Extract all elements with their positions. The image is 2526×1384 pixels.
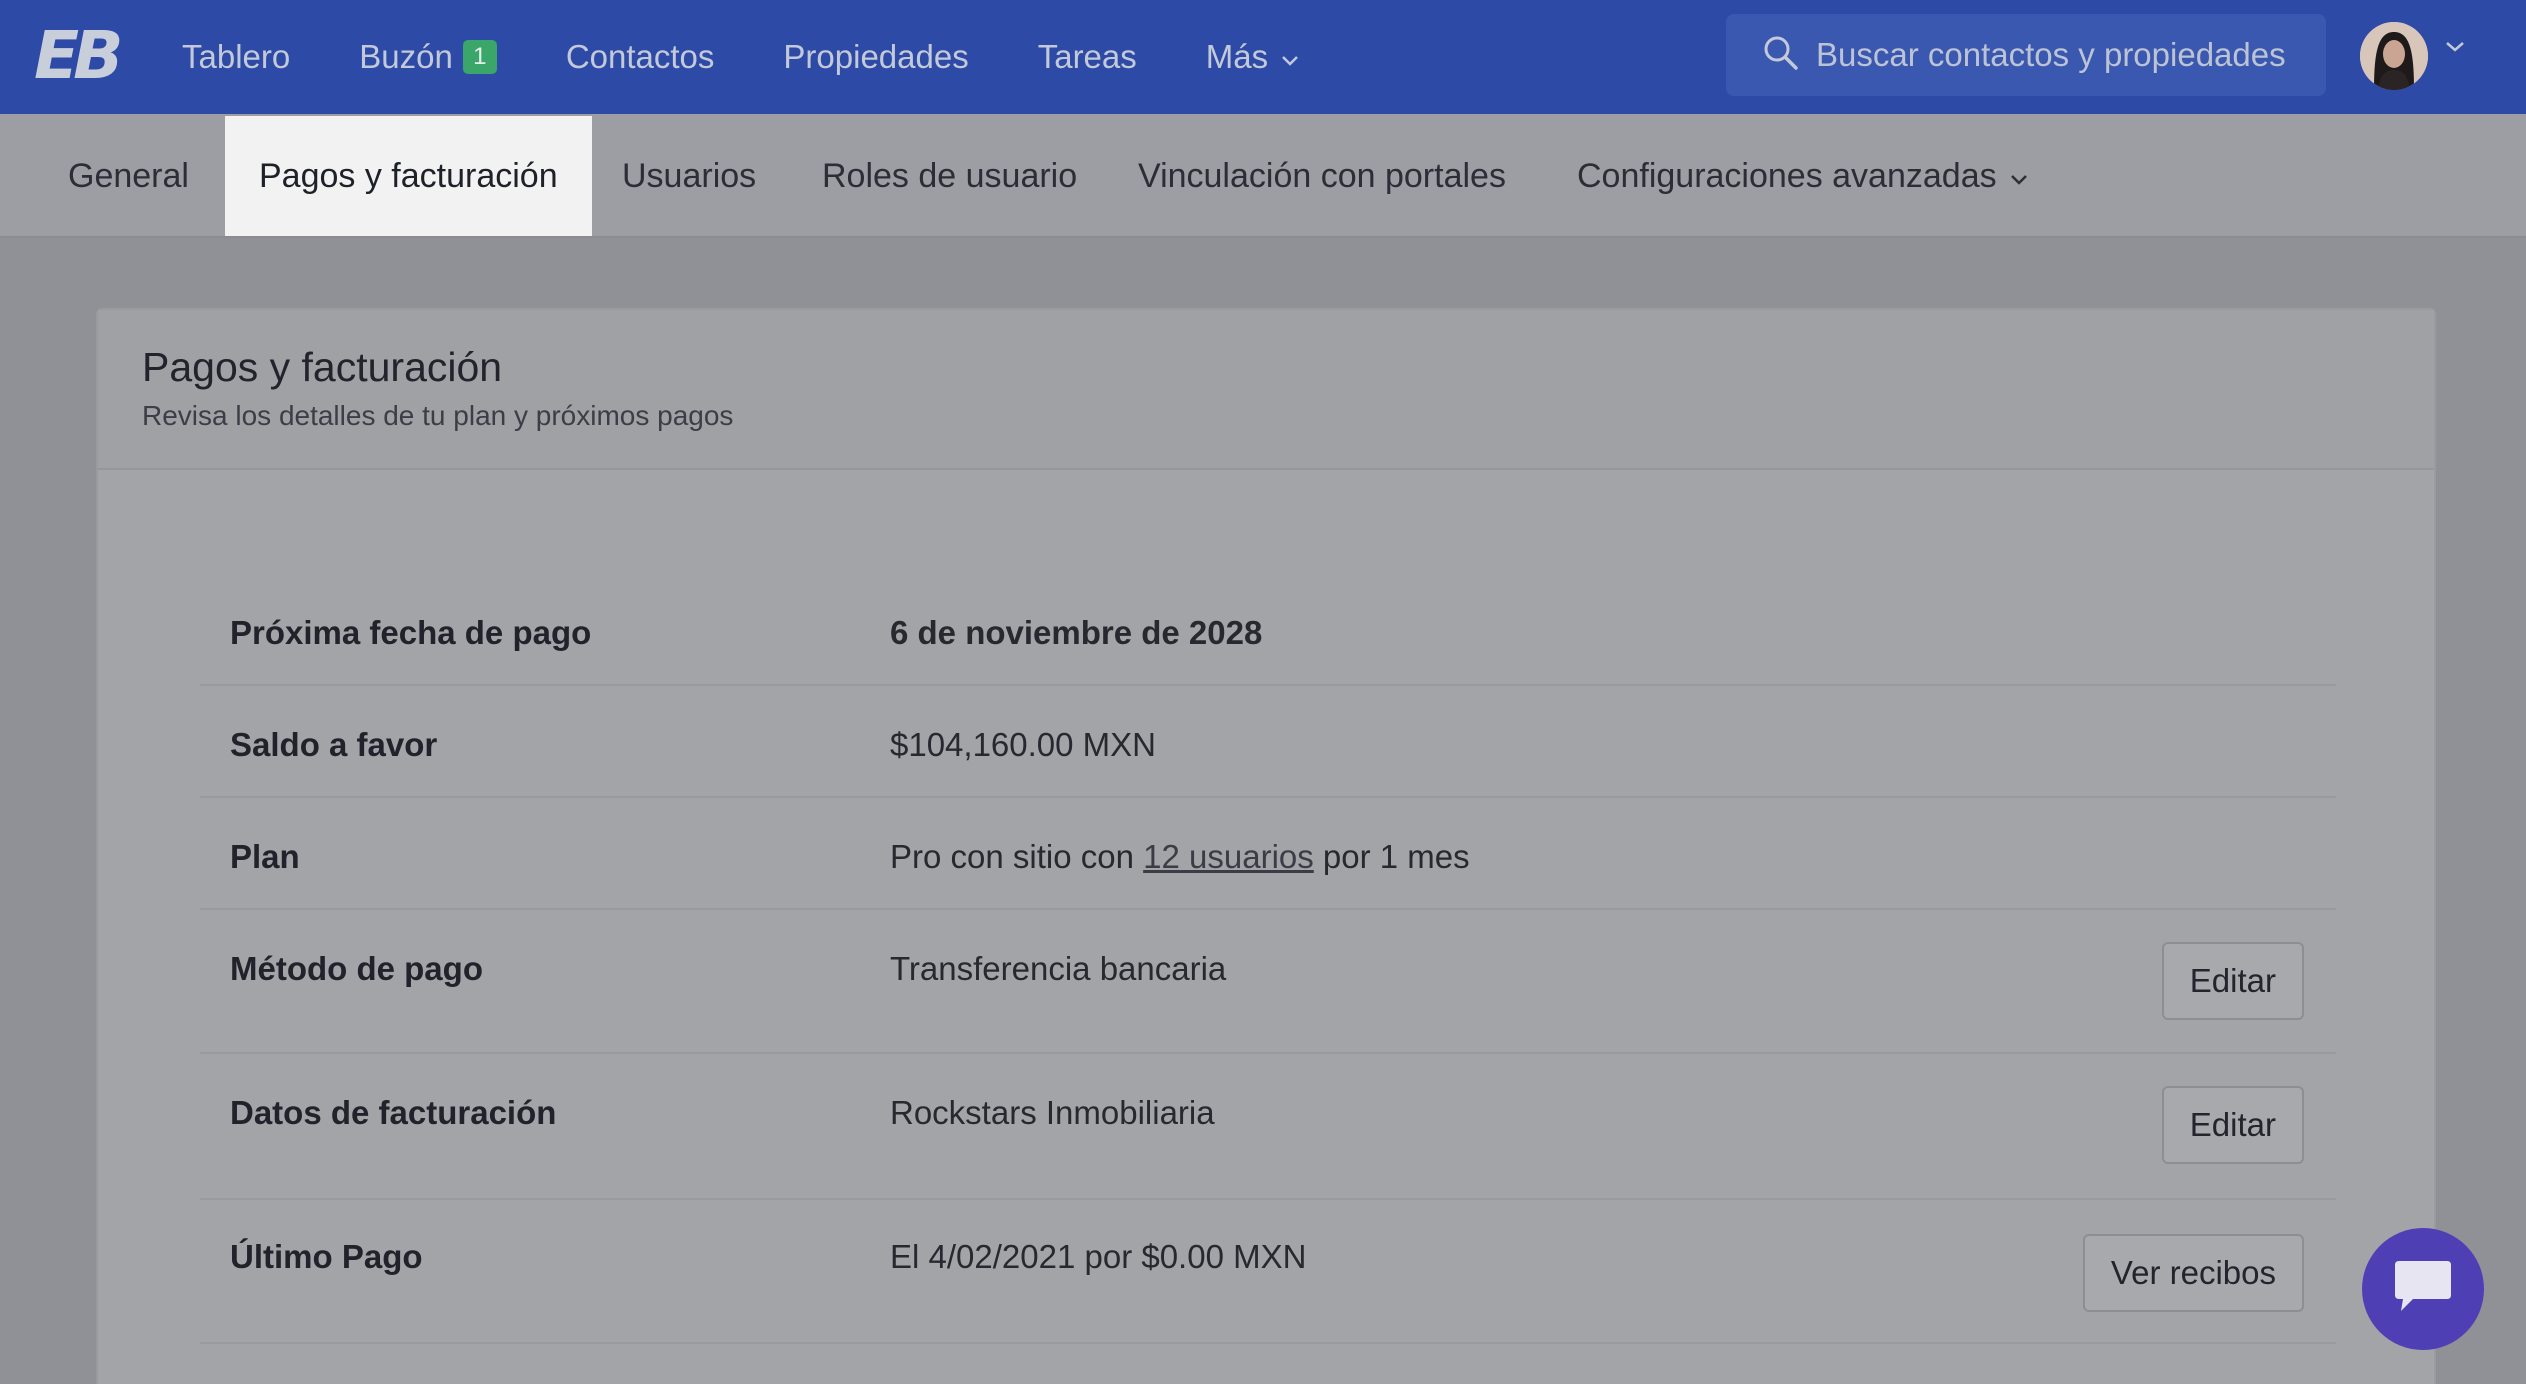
row-label: Próxima fecha de pago bbox=[230, 614, 592, 651]
top-navbar: EB Tablero Buzón 1 Contactos Propiedades… bbox=[0, 0, 2526, 114]
nav-item-mas[interactable]: Más bbox=[1206, 38, 1300, 76]
billing-details: Próxima fecha de pago 6 de noviembre de … bbox=[200, 574, 2336, 1344]
tab-pagos-facturacion[interactable]: Pagos y facturación bbox=[225, 116, 592, 236]
app-logo[interactable]: EB bbox=[34, 22, 123, 90]
search-input[interactable] bbox=[1816, 36, 2326, 74]
edit-payment-method-button[interactable]: Editar bbox=[2161, 942, 2304, 1020]
row-last-payment: Último Pago El 4/02/2021 por $0.00 MXN V… bbox=[200, 1200, 2336, 1344]
billing-card: Pagos y facturación Revisa los detalles … bbox=[96, 308, 2436, 1384]
last-payment-value: El 4/02/2021 por $0.00 MXN bbox=[890, 1238, 1307, 1275]
row-billing-data: Datos de facturación Rockstars Inmobilia… bbox=[200, 1054, 2336, 1200]
nav-item-label: Más bbox=[1205, 38, 1269, 75]
nav-item-propiedades[interactable]: Propiedades bbox=[783, 38, 968, 76]
nav-item-buzon[interactable]: Buzón 1 bbox=[359, 38, 497, 76]
next-payment-date: 6 de noviembre de 2028 bbox=[890, 614, 1263, 651]
row-label: Método de pago bbox=[230, 950, 483, 987]
chevron-down-icon[interactable] bbox=[2444, 40, 2466, 59]
nav-item-tareas[interactable]: Tareas bbox=[1038, 38, 1137, 76]
page-title: Pagos y facturación bbox=[142, 344, 503, 390]
payment-method-value: Transferencia bancaria bbox=[890, 950, 1227, 987]
plan-value: Pro con sitio con 12 usuarios por 1 mes bbox=[890, 838, 1470, 876]
search-icon bbox=[1762, 34, 1800, 77]
row-balance: Saldo a favor $104,160.00 MXN bbox=[200, 686, 2336, 798]
plan-prefix: Pro con sitio con bbox=[890, 838, 1134, 875]
balance-value: $104,160.00 MXN bbox=[890, 726, 1157, 763]
row-payment-method: Método de pago Transferencia bancaria Ed… bbox=[200, 910, 2336, 1054]
plan-suffix: por 1 mes bbox=[1322, 838, 1470, 875]
user-avatar[interactable] bbox=[2360, 22, 2428, 90]
main-nav: Tablero Buzón 1 Contactos Propiedades Ta… bbox=[182, 0, 1369, 114]
card-header: Pagos y facturación Revisa los detalles … bbox=[98, 310, 2434, 470]
nav-item-label: Tareas bbox=[1037, 38, 1137, 75]
page: EB Tablero Buzón 1 Contactos Propiedades… bbox=[0, 0, 2526, 1384]
row-label: Último Pago bbox=[230, 1238, 423, 1275]
tab-general[interactable]: General bbox=[68, 116, 189, 236]
chevron-down-icon bbox=[2009, 157, 2029, 196]
nav-item-label: Buzón bbox=[359, 38, 453, 75]
chat-button[interactable] bbox=[2362, 1228, 2484, 1350]
row-plan: Plan Pro con sitio con 12 usuarios por 1… bbox=[200, 798, 2336, 910]
nav-item-label: Propiedades bbox=[783, 38, 969, 75]
row-label: Saldo a favor bbox=[230, 726, 438, 763]
settings-tabs: General Pagos y facturación Usuarios Rol… bbox=[0, 114, 2526, 238]
search-box[interactable] bbox=[1726, 14, 2326, 96]
view-receipts-button[interactable]: Ver recibos bbox=[2082, 1234, 2304, 1312]
edit-billing-data-button[interactable]: Editar bbox=[2161, 1086, 2304, 1164]
chat-bubble-icon bbox=[2391, 1259, 2455, 1320]
row-label: Plan bbox=[230, 838, 300, 875]
tab-usuarios[interactable]: Usuarios bbox=[622, 116, 756, 236]
tab-vinculacion-portales[interactable]: Vinculación con portales bbox=[1138, 116, 1506, 236]
page-subtitle: Revisa los detalles de tu plan y próximo… bbox=[142, 400, 734, 431]
nav-item-contactos[interactable]: Contactos bbox=[566, 38, 715, 76]
row-label: Datos de facturación bbox=[230, 1094, 557, 1131]
billing-data-value: Rockstars Inmobiliaria bbox=[890, 1094, 1215, 1131]
row-next-payment: Próxima fecha de pago 6 de noviembre de … bbox=[200, 574, 2336, 686]
chevron-down-icon bbox=[1280, 38, 1300, 76]
tab-label: Configuraciones avanzadas bbox=[1577, 156, 1997, 195]
inbox-count-badge: 1 bbox=[462, 40, 497, 74]
tab-configuraciones-avanzadas[interactable]: Configuraciones avanzadas bbox=[1577, 116, 2029, 236]
tab-roles-usuario[interactable]: Roles de usuario bbox=[822, 116, 1077, 236]
nav-item-label: Contactos bbox=[565, 38, 715, 75]
nav-item-label: Tablero bbox=[182, 38, 291, 75]
nav-item-tablero[interactable]: Tablero bbox=[182, 38, 290, 76]
plan-users-link[interactable]: 12 usuarios bbox=[1143, 838, 1314, 875]
